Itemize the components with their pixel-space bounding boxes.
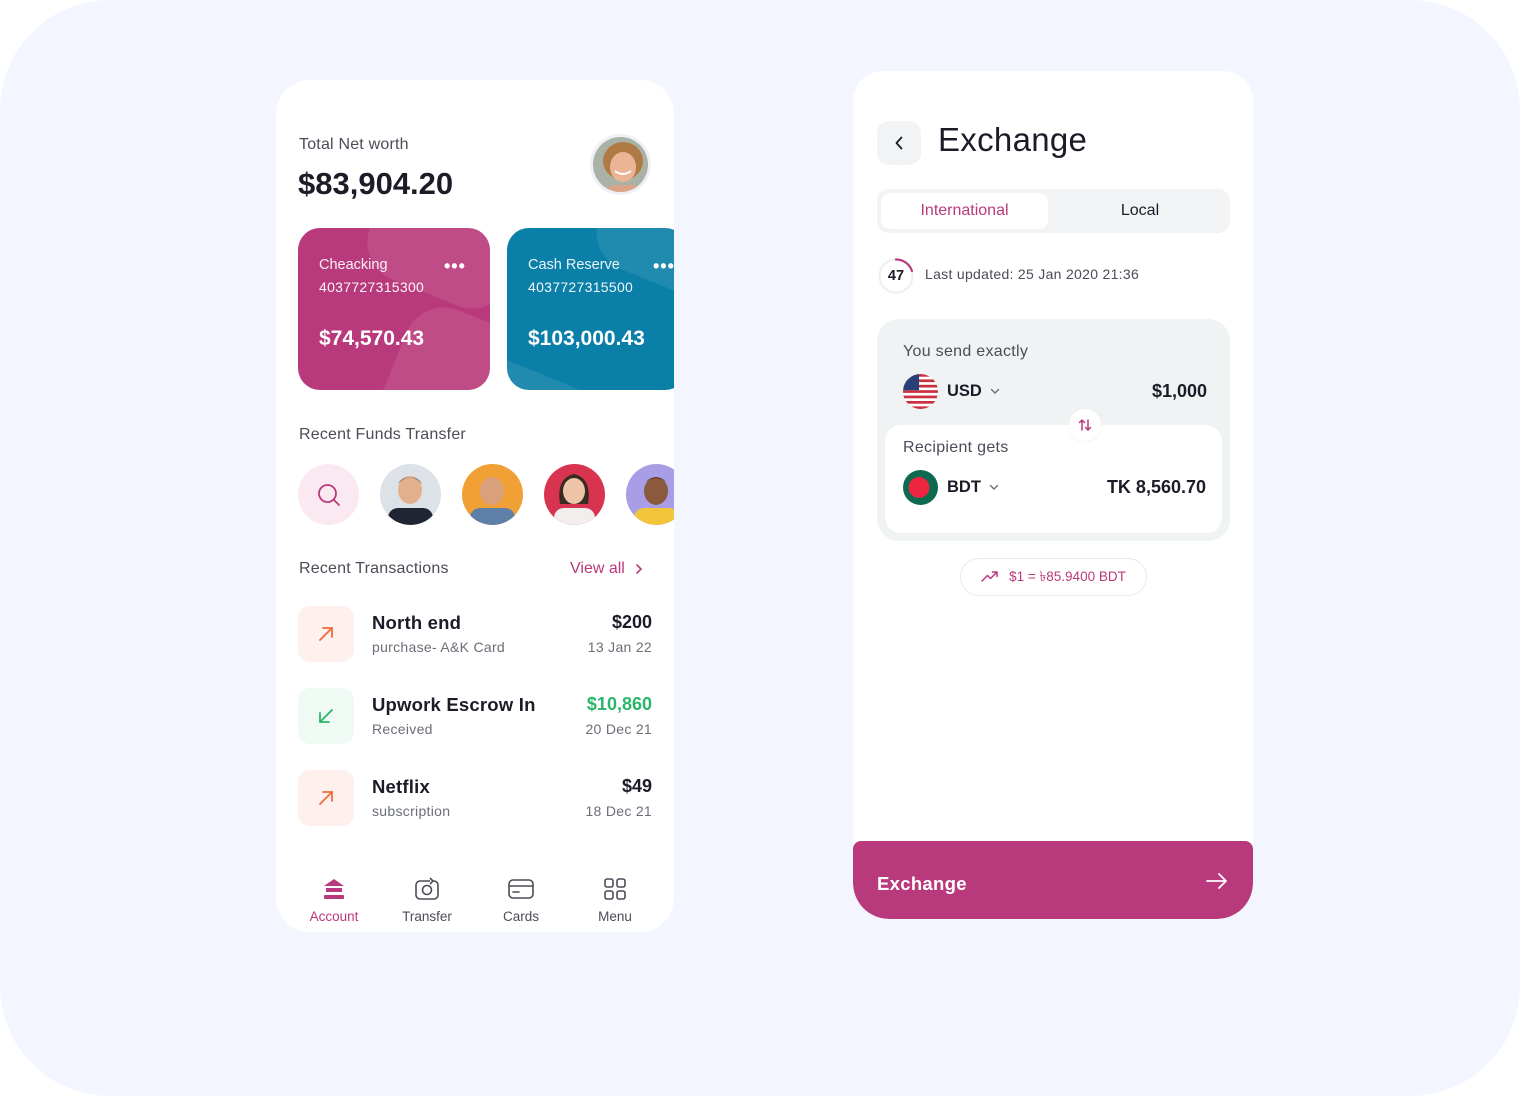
swap-icon [1078, 419, 1092, 431]
send-label: You send exactly [903, 343, 1029, 360]
transaction-date: 20 Dec 21 [585, 721, 652, 737]
transaction-title: Netflix [372, 776, 430, 797]
bangladesh-flag-icon [903, 469, 938, 505]
transaction-amount: $10,860 [586, 694, 652, 714]
transaction-subtitle: purchase- A&K Card [372, 639, 506, 655]
background-canvas: Total Net worth $83,904.20 Cheacking 403… [0, 0, 1520, 1096]
tab-transfer[interactable]: Transfer [380, 874, 474, 924]
more-options-icon[interactable]: ••• [653, 256, 674, 277]
page-title: Exchange [938, 121, 1088, 158]
outgoing-arrow-icon [298, 770, 354, 826]
transaction-row[interactable]: Netflix subscription $49 18 Dec 21 [298, 770, 652, 826]
exchange-rate-pill: $1 = ৳85.9400 BDT [960, 558, 1147, 596]
card-balance: $74,570.43 [319, 327, 425, 350]
incoming-arrow-icon [298, 688, 354, 744]
transaction-title: Upwork Escrow In [372, 694, 536, 715]
recipient-panel: Recipient gets BDT TK 8,560.70 [885, 425, 1222, 533]
receive-currency-select[interactable]: BDT [947, 478, 981, 497]
transaction-amount: $49 [621, 776, 652, 796]
arrow-right-icon [1206, 873, 1227, 889]
receive-currency-row: BDT TK 8,560.70 [903, 469, 1206, 505]
bottom-tab-bar: Account Transfer Cards Menu [276, 856, 674, 932]
account-screen: Total Net worth $83,904.20 Cheacking 403… [276, 80, 674, 932]
swap-currencies-button[interactable] [1069, 409, 1101, 441]
cash-reserve-card[interactable]: Cash Reserve 4037727315500 $103,000.43 •… [507, 228, 674, 390]
us-flag-icon [903, 373, 938, 409]
tab-account[interactable]: Account [287, 874, 381, 924]
chevron-down-icon[interactable] [989, 484, 999, 491]
recent-contacts-row [298, 464, 674, 526]
transaction-row[interactable]: North end purchase- A&K Card $200 13 Jan… [298, 606, 652, 662]
exchange-button[interactable]: Exchange [853, 841, 1253, 919]
tab-label: Menu [598, 909, 632, 924]
net-worth-value: $83,904.20 [298, 166, 454, 201]
transaction-subtitle: Received [372, 721, 433, 737]
bank-icon [287, 874, 381, 904]
user-avatar[interactable] [590, 134, 651, 195]
chevron-left-icon [895, 136, 903, 150]
last-updated-text: Last updated: 25 Jan 2020 21:36 [925, 266, 1140, 282]
transaction-date: 18 Dec 21 [585, 803, 652, 819]
card-name: Cheacking [319, 257, 388, 273]
tab-label: Transfer [402, 909, 452, 924]
tab-label: Cards [502, 909, 539, 924]
conversion-panel: You send exactly USD $1,000 Recipient ge… [877, 319, 1230, 541]
search-icon [317, 483, 340, 506]
recent-transfer-label: Recent Funds Transfer [299, 426, 466, 443]
transaction-date: 13 Jan 22 [587, 639, 652, 655]
contact-avatar[interactable] [544, 464, 605, 525]
transaction-subtitle: subscription [372, 803, 451, 819]
receive-label: Recipient gets [903, 439, 1009, 456]
outgoing-arrow-icon [298, 606, 354, 662]
tab-international[interactable]: International [881, 193, 1048, 229]
tab-menu[interactable]: Menu [568, 874, 662, 924]
segment-control: International Local [877, 189, 1230, 233]
search-contacts-button[interactable] [298, 464, 359, 525]
transaction-title: North end [372, 612, 462, 633]
card-name: Cash Reserve [528, 257, 620, 273]
card-number: 4037727315300 [319, 279, 425, 295]
exchange-screen: Exchange International Local 47 Last upd… [853, 71, 1253, 919]
chevron-right-icon [636, 564, 642, 574]
user-avatar-image [593, 137, 648, 192]
view-all-label: View all [570, 560, 625, 577]
transfer-icon [380, 874, 474, 904]
card-balance: $103,000.43 [528, 327, 645, 350]
contact-avatar[interactable] [380, 464, 441, 525]
send-currency-row: USD $1,000 [903, 373, 1207, 409]
back-button[interactable] [877, 121, 921, 165]
exchange-rate-text: $1 = ৳85.9400 BDT [1009, 568, 1126, 584]
transaction-amount: $200 [611, 612, 652, 632]
recent-transactions-label: Recent Transactions [299, 560, 449, 577]
timer-value: 47 [887, 268, 905, 284]
view-all-link[interactable]: View all [570, 560, 643, 578]
chevron-down-icon[interactable] [990, 388, 1000, 395]
rate-timer: 47 [877, 257, 915, 295]
send-currency-select[interactable]: USD [947, 382, 982, 401]
trending-up-icon [981, 571, 998, 582]
send-amount-input[interactable]: $1,000 [1152, 381, 1207, 402]
checking-account-card[interactable]: Cheacking 4037727315300 $74,570.43 ••• [298, 228, 490, 390]
tab-cards[interactable]: Cards [474, 874, 568, 924]
card-number: 4037727315500 [528, 279, 634, 295]
tab-label: Account [309, 909, 359, 924]
receive-amount: TK 8,560.70 [1106, 476, 1206, 497]
transaction-row[interactable]: Upwork Escrow In Received $10,860 20 Dec… [298, 688, 652, 744]
more-options-icon[interactable]: ••• [444, 256, 466, 277]
exchange-button-label: Exchange [877, 873, 967, 894]
contact-avatar[interactable] [626, 464, 674, 525]
card-icon [474, 874, 568, 904]
contact-avatar[interactable] [462, 464, 523, 525]
grid-icon [568, 874, 662, 904]
net-worth-label: Total Net worth [299, 136, 409, 153]
tab-local[interactable]: Local [1055, 193, 1225, 229]
